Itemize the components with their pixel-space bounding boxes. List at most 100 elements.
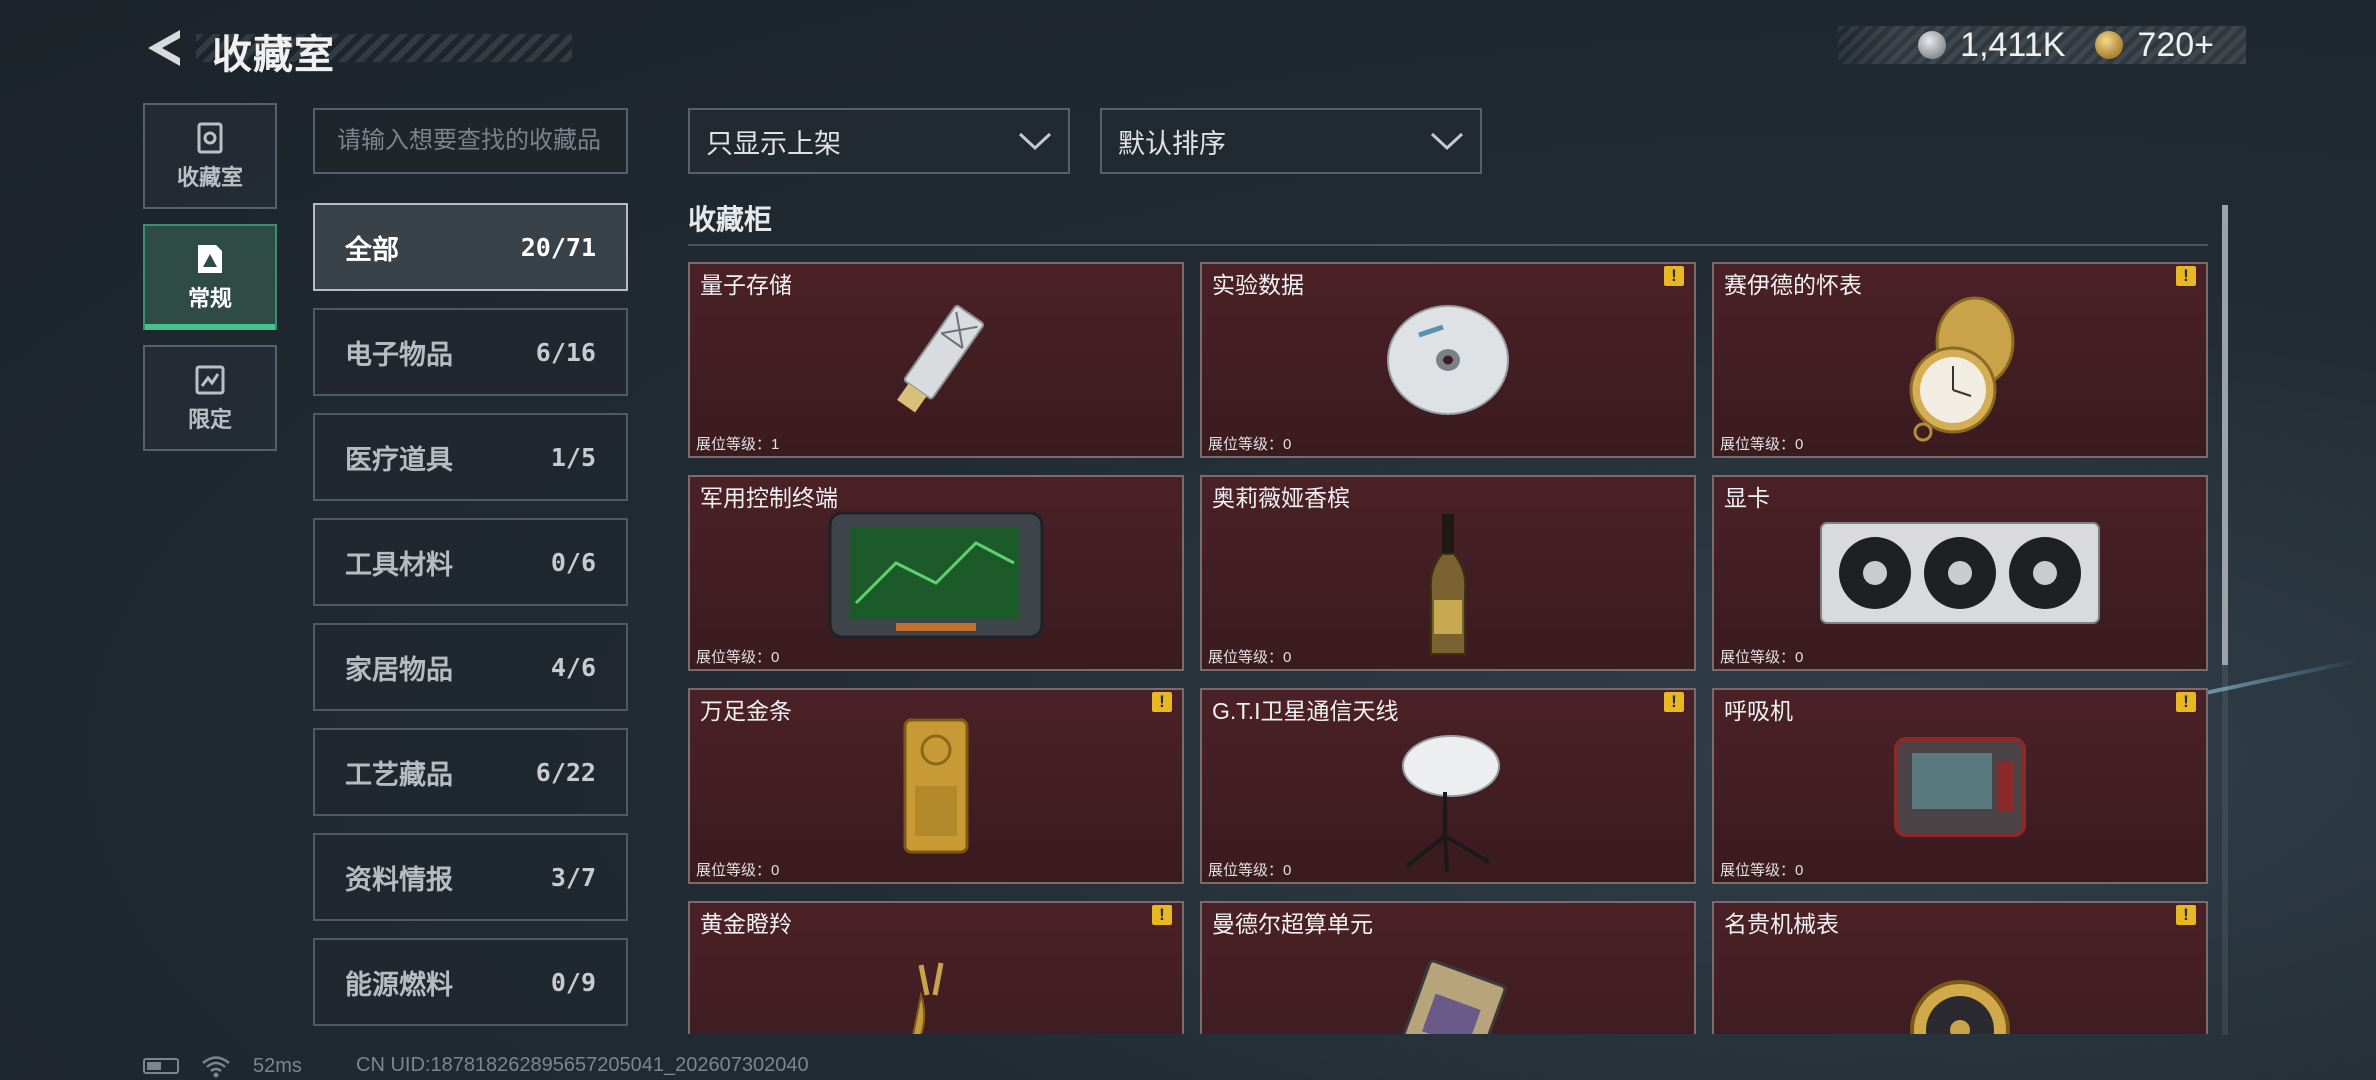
item-name: 万足金条 <box>700 698 792 724</box>
graphics-card-image <box>1820 522 2100 624</box>
nav-item-label: 限定 <box>187 407 232 432</box>
category-crafts[interactable]: 工艺藏品 6/22 <box>313 728 628 816</box>
category-count: 0/9 <box>550 967 596 997</box>
item-name: 奥莉薇娅香槟 <box>1212 485 1350 511</box>
warning-icon: ! <box>2176 266 2196 286</box>
category-name: 电子物品 <box>345 339 453 370</box>
sort-dropdown[interactable]: 默认排序 <box>1100 108 1482 174</box>
silver-currency-value: 1,411K <box>1960 25 2066 64</box>
satellite-antenna-image <box>1402 735 1500 873</box>
display-filter-value: 只显示上架 <box>706 128 841 159</box>
item-name: 军用控制终端 <box>700 485 838 511</box>
category-count: 0/6 <box>550 547 596 577</box>
status-bar: 52ms <box>143 1054 302 1078</box>
limited-icon <box>195 365 225 395</box>
collection-card[interactable]: G.T.I卫星通信天线 ! 展位等级：0 <box>1200 688 1696 884</box>
warning-icon: ! <box>1664 692 1684 712</box>
item-level: 展位等级：1 <box>696 436 780 453</box>
item-name: 黄金瞪羚 <box>700 911 792 937</box>
category-name: 全部 <box>345 234 399 265</box>
nav-item-limited[interactable]: 限定 <box>143 345 277 451</box>
category-name: 资料情报 <box>345 864 453 895</box>
category-name: 工具材料 <box>345 549 453 580</box>
item-name: 呼吸机 <box>1724 698 1793 724</box>
item-level: 展位等级：0 <box>1720 862 1804 879</box>
category-count: 4/6 <box>550 652 596 682</box>
category-tools[interactable]: 工具材料 0/6 <box>313 518 628 606</box>
golden-gazelle-image <box>912 962 944 1034</box>
warning-icon: ! <box>2176 905 2196 925</box>
category-energy[interactable]: 能源燃料 0/9 <box>313 938 628 1026</box>
scrollbar-thumb[interactable] <box>2222 205 2228 665</box>
pocket-watch-image <box>1909 296 2015 442</box>
collection-icon <box>198 245 222 273</box>
collection-card[interactable]: 军用控制终端 展位等级：0 <box>688 475 1184 671</box>
collection-card[interactable]: 赛伊德的怀表 ! 展位等级：0 <box>1712 262 2208 458</box>
vault-icon <box>197 122 223 154</box>
data-disc-image <box>1387 305 1509 415</box>
item-level: 展位等级：0 <box>1208 862 1292 879</box>
category-count: 1/5 <box>550 442 596 472</box>
category-name: 能源燃料 <box>345 969 453 1000</box>
collection-card[interactable]: 黄金瞪羚 ! <box>688 901 1184 1034</box>
nav-item-label: 常规 <box>187 286 232 311</box>
collection-card[interactable]: 实验数据 ! 展位等级：0 <box>1200 262 1696 458</box>
item-name: 量子存储 <box>700 272 792 298</box>
user-uid: CN UID:1878182628956572050​41_2026073020… <box>356 1054 809 1076</box>
warning-icon: ! <box>1152 692 1172 712</box>
item-name: 曼德尔超算单元 <box>1212 911 1373 937</box>
collection-grid: 量子存储 展位等级：1 实验数据 ! 展位等级：0 赛伊德的怀表 ! 展位等级：… <box>688 262 2208 1034</box>
gold-bar-image <box>903 718 969 854</box>
nav-item-vault[interactable]: 收藏室 <box>143 103 277 209</box>
category-count: 6/22 <box>535 757 596 787</box>
item-level: 展位等级：0 <box>696 649 780 666</box>
category-count: 6/16 <box>535 337 596 367</box>
category-count: 3/7 <box>550 862 596 892</box>
item-name: 实验数据 <box>1212 272 1304 298</box>
collection-card[interactable]: 万足金条 ! 展位等级：0 <box>688 688 1184 884</box>
category-household[interactable]: 家居物品 4/6 <box>313 623 628 711</box>
collection-card[interactable]: 奥莉薇娅香槟 展位等级：0 <box>1200 475 1696 671</box>
item-level: 展位等级：0 <box>696 862 780 879</box>
item-name: 赛伊德的怀表 <box>1724 272 1862 298</box>
warning-icon: ! <box>1152 905 1172 925</box>
display-filter-dropdown[interactable]: 只显示上架 <box>688 108 1070 174</box>
warning-icon: ! <box>2176 692 2196 712</box>
chevron-down-icon <box>1018 132 1052 151</box>
control-terminal-image <box>828 511 1044 639</box>
collection-card[interactable]: 量子存储 展位等级：1 <box>688 262 1184 458</box>
section-title: 收藏柜 <box>688 204 773 235</box>
collection-card[interactable]: 显卡 展位等级：0 <box>1712 475 2208 671</box>
wifi-icon <box>202 1056 230 1078</box>
chevron-down-icon <box>1430 132 1464 151</box>
category-electronics[interactable]: 电子物品 6/16 <box>313 308 628 396</box>
item-level: 展位等级：0 <box>1720 649 1804 666</box>
collection-card[interactable]: 曼德尔超算单元 <box>1200 901 1696 1034</box>
currency-bar: 1,411K 720+ <box>1838 26 2246 64</box>
item-level: 展位等级：0 <box>1208 436 1292 453</box>
luxury-watch-image <box>1910 979 2010 1034</box>
gold-currency-value: 720+ <box>2137 25 2214 64</box>
sort-value: 默认排序 <box>1118 128 1226 159</box>
section-divider <box>688 244 2208 246</box>
ping-value: 52ms <box>253 1054 302 1077</box>
ventilator-image <box>1894 737 2026 837</box>
collection-card[interactable]: 呼吸机 ! 展位等级：0 <box>1712 688 2208 884</box>
category-medical[interactable]: 医疗道具 1/5 <box>313 413 628 501</box>
category-name: 家居物品 <box>345 654 453 685</box>
collection-card[interactable]: 名贵机械表 ! <box>1712 901 2208 1034</box>
silver-coin-icon <box>1918 31 1947 59</box>
item-level: 展位等级：0 <box>1720 436 1804 453</box>
search-input[interactable] <box>313 108 628 174</box>
nav-item-regular[interactable]: 常规 <box>143 224 277 330</box>
category-name: 医疗道具 <box>345 444 453 475</box>
category-name: 工艺藏品 <box>345 759 453 790</box>
quantum-storage-image <box>897 304 985 413</box>
back-arrow-icon[interactable] <box>142 26 186 70</box>
category-count: 20/71 <box>520 232 596 262</box>
category-intel[interactable]: 资料情报 3/7 <box>313 833 628 921</box>
category-all[interactable]: 全部 20/71 <box>313 203 628 291</box>
page-title: 收藏室 <box>212 33 335 77</box>
champagne-image <box>1429 513 1467 655</box>
supercomputer-unit-image <box>1389 959 1507 1034</box>
